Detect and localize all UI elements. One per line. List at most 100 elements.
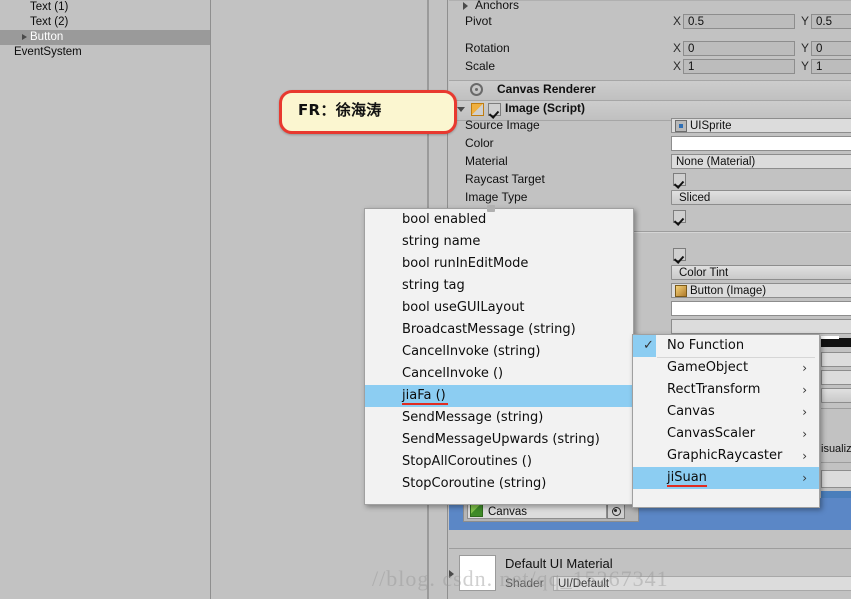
menu-item-label: SendMessage (string) [402, 410, 544, 425]
canvas-renderer-icon [470, 83, 483, 96]
interactable-checkbox[interactable] [673, 248, 686, 261]
pivot-label: Pivot [465, 14, 492, 28]
menu-item[interactable]: bool enabled [365, 209, 633, 231]
component-submenu[interactable]: ✓ No Function GameObject › RectTransform… [632, 334, 820, 508]
anchors-fold-icon[interactable] [463, 2, 468, 10]
visualize-label: isualiz [821, 443, 851, 455]
menu-item[interactable]: BroadcastMessage (string) [365, 319, 633, 341]
menu-item[interactable]: StopCoroutine (string) [365, 473, 633, 495]
scale-x-axis-label: X [673, 59, 682, 73]
rotation-y-axis-label: Y [801, 41, 810, 55]
pivot-y-axis-label: Y [801, 14, 810, 28]
scale-y-axis-label: Y [801, 59, 810, 73]
canvas-object-field[interactable]: Canvas [467, 503, 607, 519]
menu-item[interactable]: string tag [365, 275, 633, 297]
material-label: Material [465, 154, 508, 168]
menu-item-canvasscaler[interactable]: CanvasScaler › [633, 423, 819, 445]
menu-item-label: No Function [667, 338, 745, 353]
pivot-y-input[interactable]: 0.5 [811, 14, 851, 29]
menu-item[interactable]: CancelInvoke () [365, 363, 633, 385]
rotation-y-input[interactable]: 0 [811, 41, 851, 56]
material-section-divider [449, 548, 851, 549]
hierarchy-item-eventsystem[interactable]: EventSystem [0, 45, 210, 60]
chevron-right-icon: › [802, 383, 807, 397]
menu-item[interactable]: bool useGUILayout [365, 297, 633, 319]
menu-item-label: StopAllCoroutines () [402, 454, 532, 469]
inspector-row-field[interactable] [821, 370, 851, 385]
image-asset-icon [675, 285, 687, 297]
scale-y-input[interactable]: 1 [811, 59, 851, 74]
target-graphic-field[interactable]: Button (Image) [671, 283, 851, 298]
source-image-field[interactable]: UISprite [671, 118, 851, 133]
menu-item-label: string name [402, 234, 481, 249]
inspector-strip [821, 336, 839, 339]
raycast-target-label: Raycast Target [465, 172, 545, 186]
menu-item-recttransform[interactable]: RectTransform › [633, 379, 819, 401]
pivot-x-axis-label: X [673, 14, 682, 28]
menu-item-jiafa[interactable]: jiaFa () [365, 385, 633, 407]
transition-dropdown[interactable]: Color Tint [671, 265, 851, 280]
watermark-text: //blog. csdn. net/qq_15267341 [372, 566, 669, 591]
hierarchy-item[interactable]: Text (1) [0, 0, 210, 15]
checkmark-icon: ✓ [643, 338, 654, 353]
inspector-section-divider [821, 408, 851, 409]
menu-item-label: BroadcastMessage (string) [402, 322, 576, 337]
image-script-title: Image (Script) [505, 101, 586, 115]
normal-color-field[interactable] [671, 301, 851, 316]
menu-item-jisuan[interactable]: jiSuan › [633, 467, 819, 489]
menu-item-no-function[interactable]: ✓ No Function [633, 335, 819, 357]
scale-x-input[interactable]: 1 [683, 59, 795, 74]
menu-item-canvas[interactable]: Canvas › [633, 401, 819, 423]
menu-item[interactable]: bool runInEditMode [365, 253, 633, 275]
pivot-x-input[interactable]: 0.5 [683, 14, 795, 29]
menu-item[interactable]: StopAllCoroutines () [365, 451, 633, 473]
hierarchy-item-label: Text (2) [30, 16, 69, 28]
chevron-right-icon: › [802, 361, 807, 375]
color-label: Color [465, 136, 494, 150]
rotation-label: Rotation [465, 41, 510, 55]
menu-item-label: jiSuan [667, 470, 707, 485]
inspector-row-dropdown[interactable] [821, 388, 851, 403]
annotation-callout-text: FR：徐海涛 [298, 101, 382, 119]
menu-item-graphicraycaster[interactable]: GraphicRaycaster › [633, 445, 819, 467]
red-underline-annotation [402, 403, 448, 405]
source-image-label: Source Image [465, 118, 540, 132]
image-script-icon [471, 103, 484, 116]
inspector-row-field[interactable] [821, 470, 851, 488]
menu-item-label: GraphicRaycaster [667, 448, 783, 463]
chevron-right-icon: › [802, 471, 807, 485]
red-underline-annotation [667, 485, 707, 487]
expand-triangle-icon[interactable] [22, 33, 27, 40]
menu-item-label: jiaFa () [402, 388, 446, 403]
inspector-strip [821, 338, 851, 347]
image-type-dropdown[interactable]: Sliced [671, 190, 851, 205]
menu-item[interactable]: SendMessageUpwards (string) [365, 429, 633, 451]
gameobject-cube-icon [470, 504, 483, 517]
target-graphic-value: Button (Image) [690, 285, 767, 297]
image-script-enabled-checkbox[interactable] [488, 103, 501, 116]
inspector-row-field[interactable] [821, 352, 851, 367]
rotation-x-input[interactable]: 0 [683, 41, 795, 56]
highlighted-color-field[interactable] [671, 319, 851, 334]
hierarchy-item-button[interactable]: Button [0, 30, 210, 45]
material-field[interactable]: None (Material) [671, 154, 851, 169]
canvas-renderer-title: Canvas Renderer [497, 82, 596, 96]
menu-item-label: CancelInvoke (string) [402, 344, 541, 359]
menu-item[interactable]: string name [365, 231, 633, 253]
function-dropdown-menu[interactable]: bool enabled string name bool runInEditM… [364, 205, 634, 505]
menu-item[interactable]: SendMessage (string) [365, 407, 633, 429]
image-script-fold-icon[interactable] [457, 107, 465, 112]
hierarchy-item-label: Text (1) [30, 1, 69, 13]
color-swatch-field[interactable] [671, 136, 851, 151]
menu-item-gameobject[interactable]: GameObject › [633, 357, 819, 379]
preserve-aspect-checkbox[interactable] [673, 210, 686, 223]
hierarchy-panel[interactable]: Text (1) Text (2) Button EventSystem [0, 0, 211, 599]
chevron-right-icon: › [802, 449, 807, 463]
scale-label: Scale [465, 59, 496, 73]
menu-item-label: SendMessageUpwards (string) [402, 432, 600, 447]
menu-item-label: RectTransform [667, 382, 761, 397]
hierarchy-item[interactable]: Text (2) [0, 15, 210, 30]
sprite-icon [675, 120, 687, 132]
raycast-target-checkbox[interactable] [673, 173, 686, 186]
menu-item[interactable]: CancelInvoke (string) [365, 341, 633, 363]
